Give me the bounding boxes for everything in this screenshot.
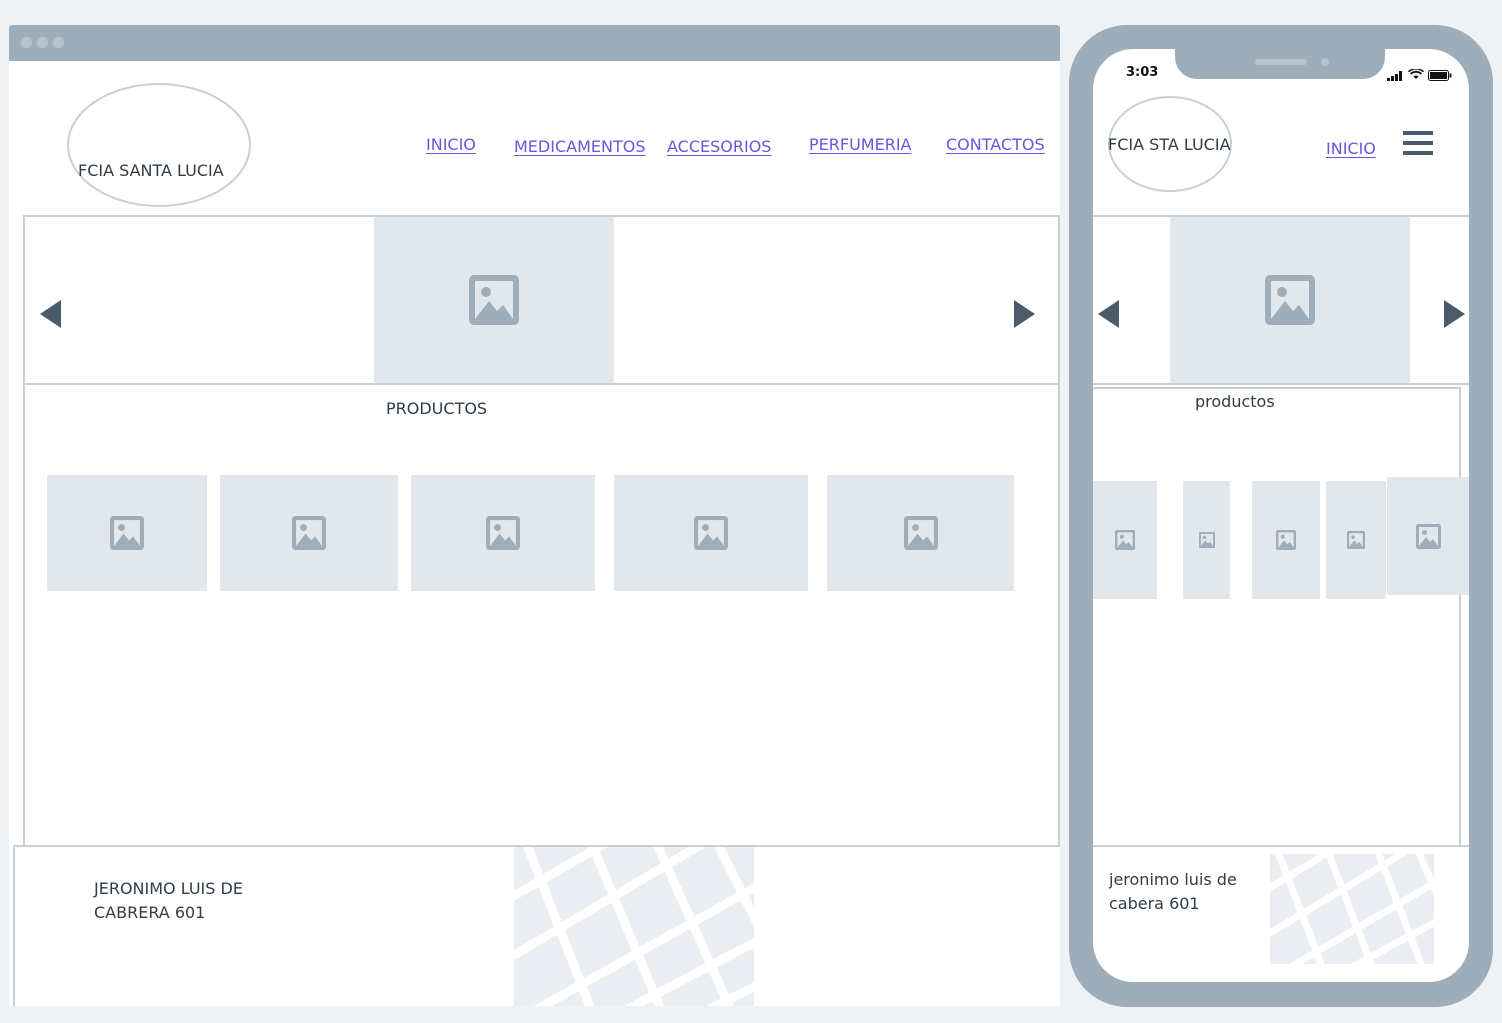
products-title: PRODUCTOS: [386, 399, 488, 418]
image-icon: [1115, 530, 1135, 550]
footer-divider: [1093, 845, 1469, 847]
hero-image: [374, 217, 614, 383]
speaker-icon: [1255, 59, 1307, 65]
hamburger-menu-icon[interactable]: [1403, 131, 1433, 161]
phone-frame: 3:03 FCIA STA LUCIA INICIO productos jer…: [1069, 25, 1493, 1007]
signal-icon: [1387, 66, 1403, 85]
nav-inicio[interactable]: INICIO: [1326, 139, 1376, 158]
nav-medicamentos[interactable]: MEDICAMENTOS: [514, 137, 645, 156]
footer-address: jeronimo luis de cabera 601: [1109, 868, 1237, 916]
product-card[interactable]: [411, 475, 595, 591]
camera-icon: [1321, 58, 1329, 66]
hero-image: [1170, 217, 1410, 383]
product-card[interactable]: [1326, 481, 1386, 599]
products-section: [1093, 387, 1461, 847]
product-card[interactable]: [827, 475, 1014, 591]
status-time: 3:03: [1126, 65, 1159, 80]
slider-next-button[interactable]: [1014, 300, 1035, 328]
image-icon: [292, 516, 326, 550]
battery-icon: [1428, 66, 1452, 85]
product-card[interactable]: [614, 475, 808, 591]
logo-text: FCIA SANTA LUCIA: [78, 161, 224, 180]
logo-text: FCIA STA LUCIA: [1108, 135, 1231, 154]
phone-screen: 3:03 FCIA STA LUCIA INICIO productos jer…: [1093, 49, 1469, 982]
window-dot-icon: [53, 37, 64, 48]
nav-accesorios[interactable]: ACCESORIOS: [667, 137, 771, 156]
image-icon: [486, 516, 520, 550]
footer-address: JERONIMO LUIS DE CABRERA 601: [94, 877, 243, 925]
location-map[interactable]: [1270, 854, 1434, 964]
address-line: cabera 601: [1109, 894, 1200, 913]
product-card[interactable]: [1252, 481, 1320, 599]
window-dot-icon: [21, 37, 32, 48]
image-icon: [1276, 530, 1296, 550]
image-icon: [1198, 532, 1215, 548]
image-icon: [110, 516, 144, 550]
slider-prev-button[interactable]: [1098, 300, 1119, 328]
slider-prev-button[interactable]: [40, 300, 61, 328]
image-icon: [694, 516, 728, 550]
divider: [1093, 383, 1469, 385]
nav-contactos[interactable]: CONTACTOS: [946, 135, 1045, 154]
image-icon: [1265, 275, 1315, 325]
footer-border: [13, 847, 15, 1006]
image-icon: [1415, 523, 1441, 549]
address-line: CABRERA 601: [94, 903, 206, 922]
location-map[interactable]: [514, 847, 754, 1006]
address-line: JERONIMO LUIS DE: [94, 879, 243, 898]
product-card[interactable]: [1387, 477, 1469, 595]
browser-window: FCIA SANTA LUCIA INICIO MEDICAMENTOS ACC…: [9, 25, 1060, 1006]
logo-circle[interactable]: [67, 83, 251, 207]
product-card[interactable]: [220, 475, 398, 591]
products-title: productos: [1195, 392, 1275, 411]
product-card[interactable]: [1183, 481, 1230, 599]
phone-notch: [1175, 49, 1385, 79]
address-line: jeronimo luis de: [1109, 870, 1237, 889]
products-section: [23, 383, 1060, 847]
product-card[interactable]: [47, 475, 207, 591]
image-icon: [469, 275, 519, 325]
wifi-icon: [1407, 65, 1425, 84]
image-icon: [903, 516, 938, 550]
window-dot-icon: [37, 37, 48, 48]
image-icon: [1347, 531, 1365, 549]
browser-titlebar: [9, 25, 1060, 61]
product-card[interactable]: [1093, 481, 1157, 599]
nav-inicio[interactable]: INICIO: [426, 135, 476, 154]
nav-perfumeria[interactable]: PERFUMERIA: [809, 135, 911, 154]
slider-next-button[interactable]: [1444, 300, 1465, 328]
